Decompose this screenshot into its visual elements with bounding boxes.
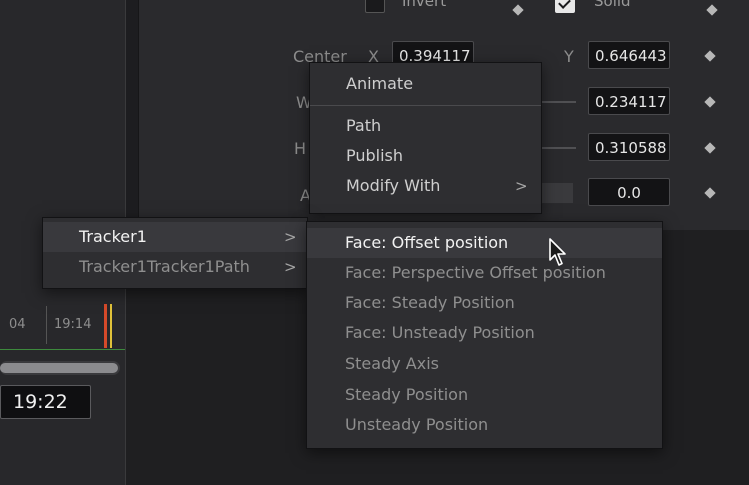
center-y-label: Y — [564, 47, 574, 66]
menu-item-path[interactable]: Path — [310, 111, 541, 141]
height-field[interactable]: 0.310588 — [588, 133, 670, 161]
menu-item-unsteady-position[interactable]: Unsteady Position — [307, 410, 662, 440]
track-line — [0, 349, 125, 350]
menu-item-tracker1tracker1path[interactable]: Tracker1Tracker1Path — [43, 252, 307, 282]
solid-checkbox[interactable] — [555, 0, 575, 13]
menu-item-face-offset-position[interactable]: Face: Offset position — [307, 228, 662, 258]
angle-field[interactable]: 0.0 — [588, 178, 670, 206]
menu-item-modify-with[interactable]: Modify With — [310, 171, 541, 201]
menu-separator — [310, 105, 541, 106]
height-label: H — [294, 139, 307, 158]
solid-label: Solid — [594, 0, 631, 10]
timeline-scrollbar-thumb[interactable] — [0, 363, 118, 373]
tracker-submenu: Tracker1 > Tracker1Tracker1Path > — [42, 217, 308, 289]
position-submenu: Face: Offset position Face: Perspective … — [306, 221, 663, 449]
invert-label: Invert — [402, 0, 447, 10]
context-menu: Animate Path Publish Modify With > — [309, 62, 542, 214]
menu-item-face-steady-position[interactable]: Face: Steady Position — [307, 288, 662, 318]
menu-item-face-perspective-offset-position[interactable]: Face: Perspective Offset position — [307, 258, 662, 288]
playhead-marker-yellow[interactable] — [110, 304, 112, 348]
timecode-display[interactable]: 19:22 — [0, 385, 91, 419]
center-y-field[interactable]: 0.646443 — [588, 41, 670, 69]
chevron-right-icon: > — [284, 258, 297, 276]
timeline-tick-label: 04 — [9, 317, 26, 332]
width-field[interactable]: 0.234117 — [588, 87, 670, 115]
menu-item-publish[interactable]: Publish — [310, 141, 541, 171]
chevron-right-icon: > — [515, 177, 528, 195]
menu-item-steady-axis[interactable]: Steady Axis — [307, 349, 662, 379]
chevron-right-icon: > — [284, 228, 297, 246]
width-slider[interactable] — [541, 101, 576, 103]
angle-dial[interactable] — [541, 183, 573, 203]
timeline-tick-label: 19:14 — [54, 317, 92, 332]
timeline-tick-mark — [46, 306, 47, 344]
menu-item-tracker1[interactable]: Tracker1 — [43, 222, 307, 252]
invert-checkbox[interactable] — [365, 0, 385, 13]
mouse-cursor-icon — [549, 238, 566, 266]
menu-item-steady-position[interactable]: Steady Position — [307, 380, 662, 410]
menu-item-animate[interactable]: Animate — [310, 69, 541, 99]
height-slider[interactable] — [541, 147, 576, 149]
menu-item-face-unsteady-position[interactable]: Face: Unsteady Position — [307, 318, 662, 348]
playhead-marker-red[interactable] — [104, 304, 107, 348]
